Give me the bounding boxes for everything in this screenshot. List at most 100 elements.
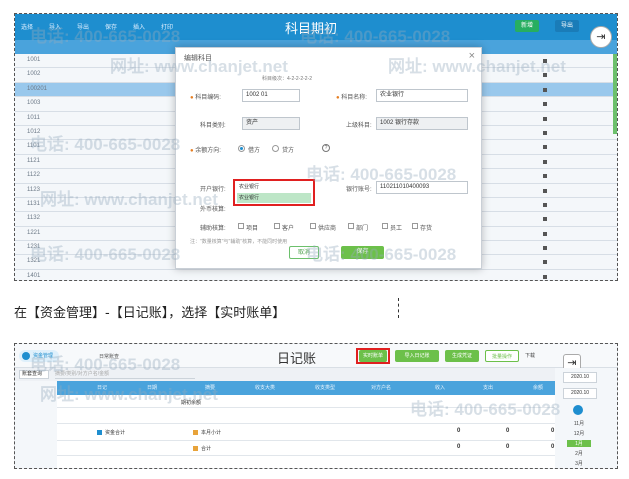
month-12[interactable]: 12月 <box>567 430 591 437</box>
tab-daily-ledger[interactable]: 日常账查 <box>99 353 119 360</box>
bank-dropdown-value[interactable]: 农业银行 <box>237 182 311 192</box>
code-level-hint: 科目级次：4-2-2-2-2-2 <box>262 76 313 82</box>
assist-staff-label: 员工 <box>390 226 403 232</box>
direction-label: ● 余额方向: <box>190 148 221 154</box>
row-marker-icon <box>543 102 547 107</box>
row-code: 1401 <box>27 272 41 279</box>
assist-customer-label: 客户 <box>282 226 295 232</box>
generate-voucher-button[interactable]: 生成凭证 <box>445 350 479 362</box>
account-input[interactable]: 110211010400093 <box>376 181 468 194</box>
currency-label: 外币核算: <box>200 207 226 213</box>
row-marker-icon <box>543 174 547 179</box>
col-journal: 日记 <box>97 385 108 391</box>
row-code: 1123 <box>27 186 40 193</box>
assist-stock-checkbox[interactable] <box>412 223 418 229</box>
row-marker-icon <box>543 87 547 92</box>
exit-icon[interactable]: ⇥ <box>590 26 612 48</box>
year-select-1[interactable]: 2020.10 <box>563 372 597 383</box>
add-button[interactable]: 新增 <box>515 20 540 32</box>
row-code: 1231 <box>27 244 41 251</box>
close-icon[interactable]: × <box>469 50 475 62</box>
scrollbar[interactable] <box>613 54 617 134</box>
batch-operation-button[interactable]: 批量操作 <box>485 350 519 362</box>
dialog-note: 注："数量核算"与"辅助"核算，不能同时使用 <box>190 239 288 245</box>
fund-total-checkbox[interactable] <box>97 430 102 435</box>
month-subtotal-icon <box>193 430 198 435</box>
cancel-button[interactable]: 取消 <box>289 246 319 259</box>
col-expense: 支出 <box>483 385 494 391</box>
filter-search-input[interactable]: 摘要/类别/对方户名/金额 <box>55 370 195 379</box>
assist-supplier-checkbox[interactable] <box>310 223 316 229</box>
journal-table-body: 期初余额 资金合计 本月小计 0 0 0 合计 0 0 0 <box>57 395 555 468</box>
year-select-2[interactable]: 2020.10 <box>563 388 597 399</box>
download-button[interactable]: 下载 <box>525 352 535 359</box>
month-11[interactable]: 11月 <box>567 420 591 427</box>
col-summary: 摘要 <box>205 385 216 391</box>
save-button[interactable]: 保存 <box>341 246 384 259</box>
period-circle-icon <box>573 405 583 415</box>
filter-select[interactable]: 账套查询 <box>19 370 49 379</box>
assist-dept-label: 部门 <box>356 226 369 232</box>
credit-radio[interactable] <box>272 145 279 152</box>
assist-label: 辅助核算: <box>200 226 226 232</box>
title-bar: 选择 导入 导出 保存 插入 打印 科目期初 新增 导出 <box>15 14 617 40</box>
row-marker-icon <box>543 231 547 236</box>
toolbar-item-export[interactable]: 导出 <box>77 22 89 31</box>
month-subtotal-balance: 0 <box>551 428 555 434</box>
month-2[interactable]: 2月 <box>567 450 591 457</box>
bank-label: 开户银行: <box>200 187 226 193</box>
row-code: 1131 <box>27 200 40 207</box>
period-sidebar: 2020.10 2020.10 11月 12月 1月 2月 3月 <box>555 368 617 468</box>
dialog-title: 编辑科目 <box>184 55 212 62</box>
filter-bar: 账套查询 摘要/类别/对方户名/金额 <box>15 368 555 381</box>
help-icon[interactable]: ? <box>322 144 330 152</box>
col-balance: 余额 <box>533 385 544 391</box>
code-input[interactable]: 1002 01 <box>242 89 300 102</box>
export-button[interactable]: 导出 <box>555 20 580 32</box>
total-income: 0 <box>457 444 461 450</box>
assist-staff-checkbox[interactable] <box>382 223 388 229</box>
bank-dropdown-highlight: 农业银行 农业银行 <box>233 179 315 206</box>
debit-label: 借方 <box>248 148 261 154</box>
row-code: 1221 <box>27 229 41 236</box>
tab-fund-management[interactable]: 资金管理 <box>19 350 60 362</box>
toolbar-item-save[interactable]: 保存 <box>105 22 117 31</box>
assist-stock-label: 存货 <box>420 226 433 232</box>
left-column <box>15 381 57 468</box>
debit-radio[interactable] <box>238 145 245 152</box>
row-code: 1003 <box>27 100 41 107</box>
opening-balance-label: 期初余额 <box>181 400 202 406</box>
row-marker-icon <box>543 202 547 207</box>
month-subtotal-income: 0 <box>457 428 461 434</box>
row-marker-icon <box>543 159 547 164</box>
assist-project-checkbox[interactable] <box>238 223 244 229</box>
code-label: ● 科目编码: <box>190 95 221 101</box>
month-subtotal-expense: 0 <box>506 428 510 434</box>
import-journal-button[interactable]: 导入日记账 <box>395 350 439 362</box>
bank-dropdown-option[interactable]: 农业银行 <box>237 193 311 203</box>
assist-customer-checkbox[interactable] <box>274 223 280 229</box>
page: 选择 导入 导出 保存 插入 打印 科目期初 新增 导出 1001 1002 100… <box>0 0 629 479</box>
table-row[interactable]: 1401 <box>15 269 617 280</box>
assist-dept-checkbox[interactable] <box>348 223 354 229</box>
row-marker-icon <box>543 260 547 265</box>
toolbar-item-select[interactable]: 选择 <box>21 22 33 31</box>
toolbar-item-insert[interactable]: 插入 <box>133 22 145 31</box>
month-1[interactable]: 1月 <box>567 440 591 447</box>
name-input[interactable]: 农业银行 <box>376 89 468 102</box>
row-code: 1011 <box>27 114 40 121</box>
toolbar-item-print[interactable]: 打印 <box>161 22 173 31</box>
toolbar-item-import[interactable]: 导入 <box>49 22 61 31</box>
total-label: 合计 <box>201 446 212 452</box>
instruction-text: 在【资金管理】-【日记账】，选择【实时账单】 <box>14 306 286 321</box>
total-balance: 0 <box>551 444 555 450</box>
row-marker-icon <box>543 246 547 251</box>
row-marker-icon <box>543 145 547 150</box>
row-code: 1122 <box>27 172 40 179</box>
month-3[interactable]: 3月 <box>567 460 591 467</box>
parent-label: 上级科目: <box>346 123 372 129</box>
total-icon <box>193 446 198 451</box>
assist-supplier-label: 供应商 <box>318 226 337 232</box>
screenshot-subject-opening: 选择 导入 导出 保存 插入 打印 科目期初 新增 导出 1001 1002 100… <box>14 13 618 281</box>
col-income: 收入 <box>435 385 446 391</box>
